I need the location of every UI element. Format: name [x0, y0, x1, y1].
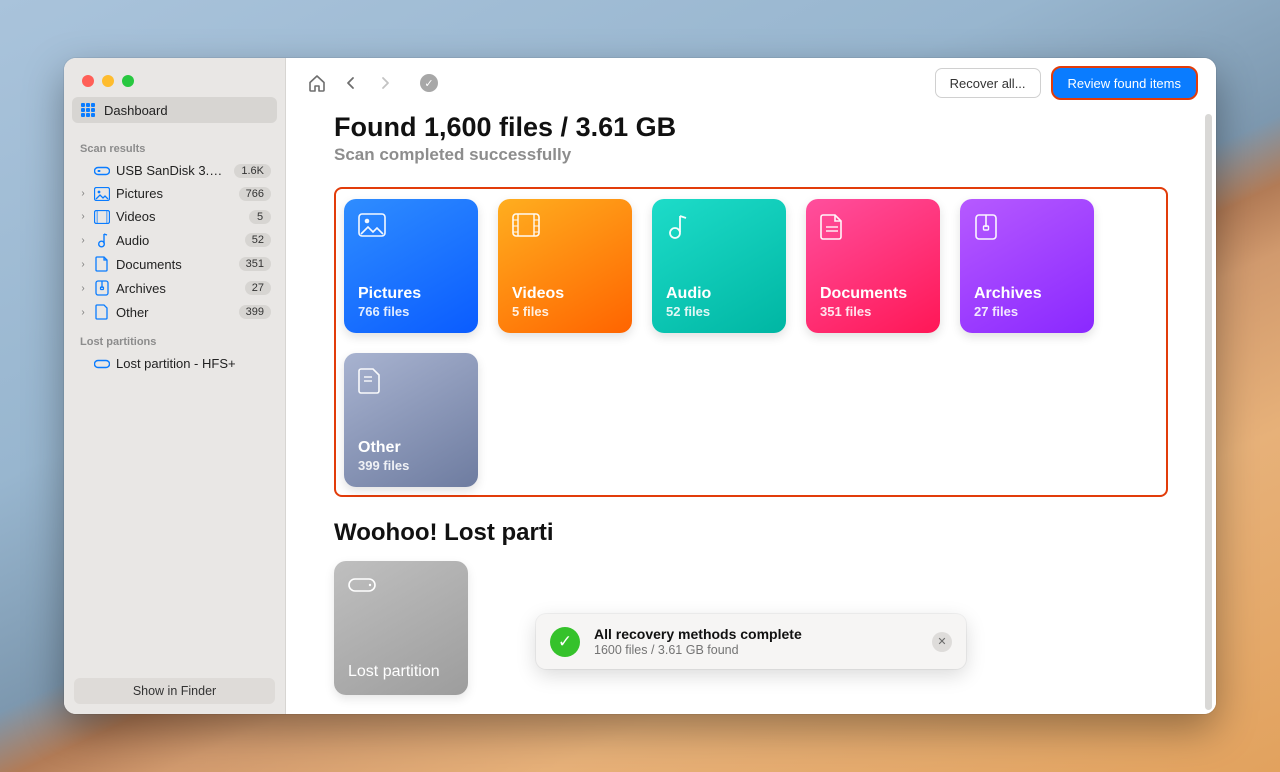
sidebar-item-archives[interactable]: › Archives 27	[72, 276, 277, 300]
archives-icon	[94, 280, 110, 296]
card-title: Pictures	[358, 285, 464, 303]
card-pictures[interactable]: Pictures766 files	[344, 199, 478, 333]
lost-partition-card[interactable]: Lost partition	[334, 561, 468, 695]
lost-partition-card-title: Lost partition	[348, 663, 454, 681]
other-icon	[94, 304, 110, 320]
documents-icon	[820, 213, 848, 241]
sidebar-item-label: Videos	[116, 209, 243, 224]
window-controls	[64, 58, 285, 87]
app-window: Dashboard Scan results USB SanDisk 3.2… …	[64, 58, 1216, 714]
videos-icon	[94, 210, 110, 224]
card-title: Videos	[512, 285, 618, 303]
card-subtitle: 766 files	[358, 304, 464, 319]
toast-message: 1600 files / 3.61 GB found	[594, 643, 802, 657]
status-check-icon: ✓	[418, 72, 440, 94]
dashboard-label: Dashboard	[104, 103, 168, 118]
audio-icon	[666, 213, 694, 241]
archives-icon	[974, 213, 1002, 241]
review-found-items-button[interactable]: Review found items	[1053, 68, 1196, 98]
sidebar-item-pictures[interactable]: › Pictures 766	[72, 182, 277, 205]
card-title: Archives	[974, 285, 1080, 303]
sidebar-item-badge: 399	[239, 305, 271, 319]
pictures-icon	[94, 187, 110, 201]
close-window-icon[interactable]	[82, 75, 94, 87]
documents-icon	[94, 256, 110, 272]
toast-close-icon[interactable]: ✕	[932, 632, 952, 652]
success-check-icon: ✓	[550, 627, 580, 657]
sidebar-lost-partition[interactable]: Lost partition - HFS+	[72, 352, 277, 375]
category-cards: Pictures766 filesVideos5 filesAudio52 fi…	[344, 199, 1158, 487]
toast-title: All recovery methods complete	[594, 626, 802, 642]
device-badge: 1.6K	[234, 164, 271, 178]
card-subtitle: 5 files	[512, 304, 618, 319]
sidebar-item-label: Archives	[116, 281, 239, 296]
fullscreen-window-icon[interactable]	[122, 75, 134, 87]
card-subtitle: 351 files	[820, 304, 926, 319]
chevron-right-icon: ›	[78, 211, 88, 222]
chevron-right-icon: ›	[78, 307, 88, 318]
drive-icon	[94, 358, 110, 370]
sidebar-item-videos[interactable]: › Videos 5	[72, 205, 277, 228]
chevron-right-icon: ›	[78, 259, 88, 270]
sidebar-item-badge: 52	[245, 233, 271, 247]
chevron-right-icon: ›	[78, 235, 88, 246]
scrollbar[interactable]	[1205, 114, 1212, 710]
cards-highlight: Pictures766 filesVideos5 filesAudio52 fi…	[334, 187, 1168, 497]
device-label: USB SanDisk 3.2…	[116, 163, 228, 178]
dashboard-grid-icon	[80, 102, 96, 118]
review-highlight: Review found items	[1053, 68, 1196, 98]
minimize-window-icon[interactable]	[102, 75, 114, 87]
card-title: Documents	[820, 285, 926, 303]
card-subtitle: 27 files	[974, 304, 1080, 319]
recover-all-button[interactable]: Recover all...	[935, 68, 1041, 98]
toast-recovery-complete: ✓ All recovery methods complete 1600 fil…	[536, 614, 966, 669]
sidebar-item-label: Documents	[116, 257, 233, 272]
sidebar-item-label: Audio	[116, 233, 239, 248]
card-videos[interactable]: Videos5 files	[498, 199, 632, 333]
pictures-icon	[358, 213, 386, 241]
card-subtitle: 399 files	[358, 458, 464, 473]
lost-partition-label: Lost partition - HFS+	[116, 356, 271, 371]
show-in-finder-button[interactable]: Show in Finder	[74, 678, 275, 704]
page-title: Found 1,600 files / 3.61 GB	[334, 112, 1168, 143]
usb-drive-icon	[94, 165, 110, 177]
sidebar-item-label: Other	[116, 305, 233, 320]
card-subtitle: 52 files	[666, 304, 772, 319]
drive-icon	[348, 575, 454, 600]
sidebar-item-badge: 5	[249, 210, 271, 224]
audio-icon	[94, 232, 110, 248]
page-subtitle: Scan completed successfully	[334, 145, 1168, 165]
chevron-right-icon: ›	[78, 188, 88, 199]
card-title: Audio	[666, 285, 772, 303]
section-scan-results: Scan results	[72, 131, 277, 159]
main-panel: ✓ Recover all... Review found items Foun…	[286, 58, 1216, 714]
sidebar: Dashboard Scan results USB SanDisk 3.2… …	[64, 58, 286, 714]
card-audio[interactable]: Audio52 files	[652, 199, 786, 333]
sidebar-item-other[interactable]: › Other 399	[72, 300, 277, 324]
card-archives[interactable]: Archives27 files	[960, 199, 1094, 333]
sidebar-item-label: Pictures	[116, 186, 233, 201]
sidebar-item-badge: 766	[239, 187, 271, 201]
sidebar-item-dashboard[interactable]: Dashboard	[72, 97, 277, 123]
card-other[interactable]: Other399 files	[344, 353, 478, 487]
sidebar-item-badge: 27	[245, 281, 271, 295]
back-icon[interactable]	[340, 72, 362, 94]
sidebar-item-badge: 351	[239, 257, 271, 271]
sidebar-item-audio[interactable]: › Audio 52	[72, 228, 277, 252]
sidebar-item-documents[interactable]: › Documents 351	[72, 252, 277, 276]
chevron-right-icon: ›	[78, 283, 88, 294]
videos-icon	[512, 213, 540, 241]
toolbar: ✓ Recover all... Review found items	[286, 58, 1216, 108]
other-icon	[358, 367, 386, 395]
section-lost-partitions: Lost partitions	[72, 324, 277, 352]
card-title: Other	[358, 439, 464, 457]
lost-partitions-heading: Woohoo! Lost parti	[334, 519, 1168, 547]
home-icon[interactable]	[306, 72, 328, 94]
forward-icon	[374, 72, 396, 94]
card-documents[interactable]: Documents351 files	[806, 199, 940, 333]
sidebar-device[interactable]: USB SanDisk 3.2… 1.6K	[72, 159, 277, 182]
